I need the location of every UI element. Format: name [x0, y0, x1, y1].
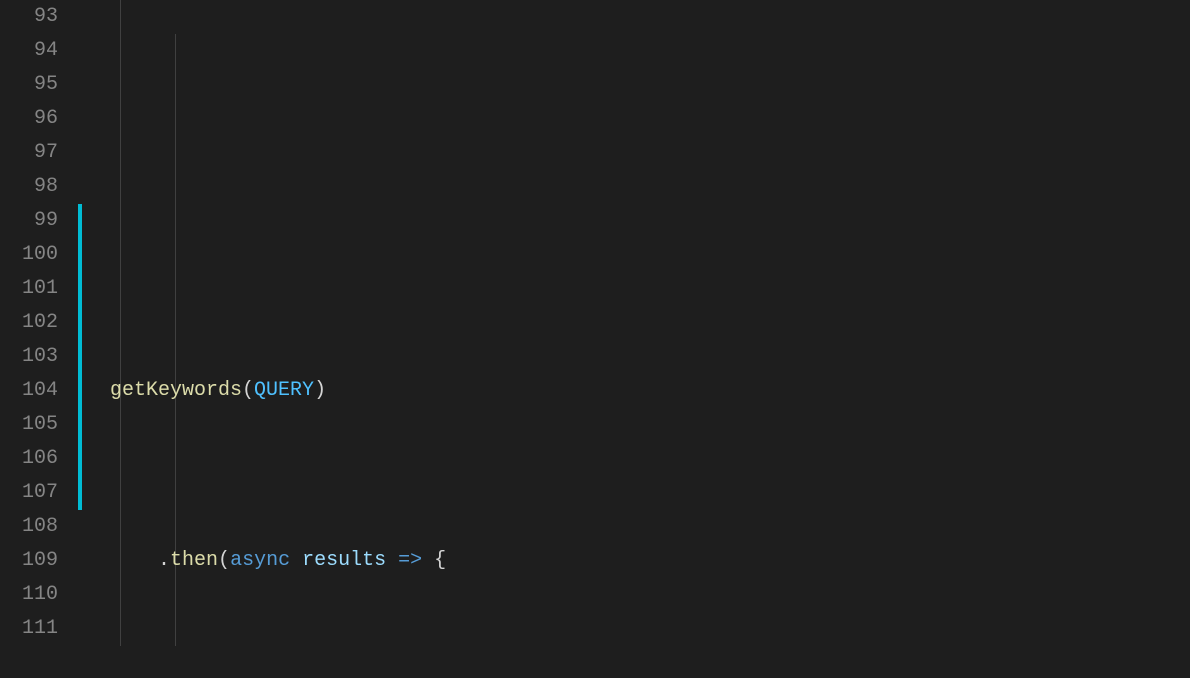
line-number: 96 [0, 102, 58, 136]
line-number: 100 [0, 238, 58, 272]
modified-lines-indicator [78, 204, 82, 510]
code-editor[interactable]: 93 94 95 96 97 98 99 100 101 102 103 104… [0, 0, 1190, 678]
constant: QUERY [254, 379, 314, 402]
line-number: 103 [0, 340, 58, 374]
line-number: 98 [0, 170, 58, 204]
line-number-gutter: 93 94 95 96 97 98 99 100 101 102 103 104… [0, 0, 78, 678]
function-call: getKeywords [110, 379, 242, 402]
line-number: 104 [0, 374, 58, 408]
code-area[interactable]: getKeywords(QUERY) .then(async results =… [78, 0, 1190, 678]
line-number: 102 [0, 306, 58, 340]
line-number: 111 [0, 612, 58, 646]
line-number: 97 [0, 136, 58, 170]
line-number: 110 [0, 578, 58, 612]
line-number: 109 [0, 544, 58, 578]
line-number: 93 [0, 0, 58, 34]
line-number: 107 [0, 476, 58, 510]
code-line[interactable] [78, 204, 1190, 238]
line-number: 108 [0, 510, 58, 544]
code-line[interactable]: .then(async results => { [78, 544, 1190, 578]
line-number: 94 [0, 34, 58, 68]
line-number: 95 [0, 68, 58, 102]
line-number: 99 [0, 204, 58, 238]
line-number: 106 [0, 442, 58, 476]
line-number: 105 [0, 408, 58, 442]
line-number: 101 [0, 272, 58, 306]
code-line[interactable]: getKeywords(QUERY) [78, 374, 1190, 408]
